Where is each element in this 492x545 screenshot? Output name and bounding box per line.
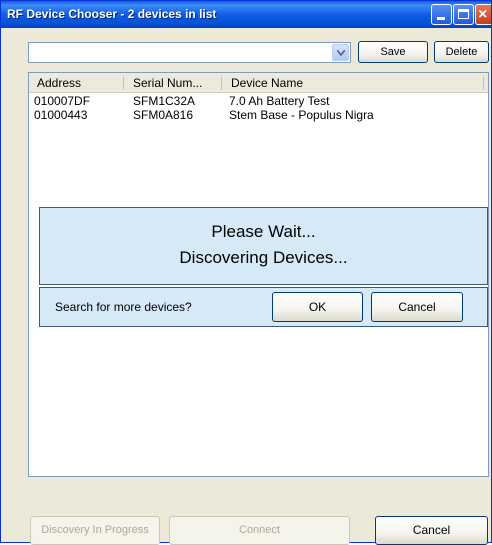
device-combo[interactable] (28, 42, 351, 63)
column-divider[interactable] (123, 76, 124, 90)
chevron-down-icon (337, 50, 345, 56)
cell-device-name: 7.0 Ah Battery Test (229, 94, 330, 108)
combo-dropdown-button[interactable] (332, 44, 349, 61)
discovery-status-panel: Please Wait... Discovering Devices... (39, 207, 488, 285)
discovery-in-progress-button[interactable]: Discovery In Progress (30, 516, 160, 545)
search-more-label: Search for more devices? (55, 300, 192, 314)
list-header: Address Serial Num... Device Name (29, 73, 488, 93)
connect-button[interactable]: Connect (169, 516, 350, 545)
maximize-icon (458, 9, 469, 19)
minimize-button[interactable] (431, 4, 452, 25)
column-header-address[interactable]: Address (37, 76, 81, 90)
cell-address: 010007DF (34, 94, 91, 108)
table-row[interactable]: 01000443 SFM0A816 Stem Base - Populus Ni… (29, 108, 488, 122)
cell-serial: SFM1C32A (133, 94, 196, 108)
minimize-icon (437, 17, 445, 20)
discovering-devices-text: Discovering Devices... (179, 248, 348, 267)
ok-button[interactable]: OK (272, 292, 363, 322)
save-button[interactable]: Save (358, 41, 428, 63)
search-more-prompt: Search for more devices? OK Cancel (39, 287, 488, 327)
cell-serial: SFM0A816 (133, 108, 194, 122)
column-header-device-name[interactable]: Device Name (231, 76, 303, 90)
cancel-button[interactable]: Cancel (375, 516, 488, 545)
close-icon: × (478, 6, 488, 23)
window-title: RF Device Chooser - 2 devices in list (7, 7, 217, 21)
delete-button[interactable]: Delete (434, 41, 489, 63)
please-wait-text: Please Wait... (211, 222, 316, 241)
rf-device-chooser-window: RF Device Chooser - 2 devices in list × … (0, 0, 492, 545)
maximize-button[interactable] (453, 4, 474, 25)
table-row[interactable]: 010007DF SFM1C32A 7.0 Ah Battery Test (29, 94, 488, 108)
cell-address: 01000443 (34, 108, 88, 122)
column-header-serial[interactable]: Serial Num... (133, 76, 202, 90)
close-button[interactable]: × (475, 4, 491, 25)
title-bar[interactable]: RF Device Chooser - 2 devices in list × (1, 1, 491, 28)
column-divider[interactable] (221, 76, 222, 90)
prompt-cancel-button[interactable]: Cancel (371, 292, 463, 322)
column-divider[interactable] (483, 76, 484, 90)
cell-device-name: Stem Base - Populus Nigra (229, 108, 374, 122)
